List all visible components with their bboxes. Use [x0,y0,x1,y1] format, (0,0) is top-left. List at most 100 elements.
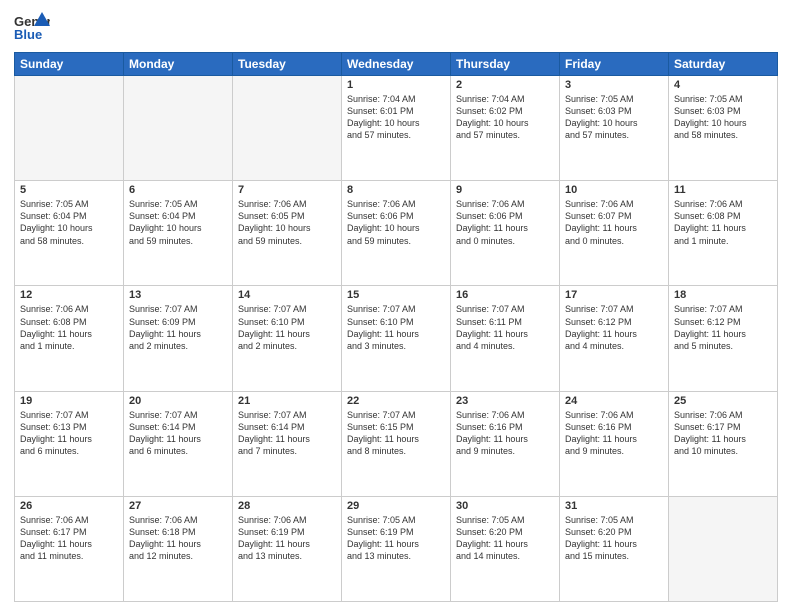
weekday-thursday: Thursday [451,53,560,76]
calendar-cell: 24Sunrise: 7:06 AM Sunset: 6:16 PM Dayli… [560,391,669,496]
week-row-2: 5 Sunrise: 7:05 AM Sunset: 6:04 PM Daylig… [15,181,778,286]
day-number: 9 [456,184,554,196]
svg-text:Blue: Blue [14,27,42,42]
cell-content: Sunrise: 7:06 AM Sunset: 6:16 PM Dayligh… [456,409,554,458]
week-row-5: 26 Sunrise: 7:06 AM Sunset: 6:17 PM Dayli… [15,496,778,601]
calendar-cell: 14Sunrise: 7:07 AM Sunset: 6:10 PM Dayli… [233,286,342,391]
cell-content: Sunrise: 7:05 AM Sunset: 6:04 PM Dayligh… [20,198,118,247]
cell-content: Sunrise: 7:04 AM Sunset: 6:01 PM Dayligh… [347,93,445,142]
calendar-cell: 5 Sunrise: 7:05 AM Sunset: 6:04 PM Daylig… [15,181,124,286]
calendar-cell: 16 Sunrise: 7:07 AM Sunset: 6:11 PM Dayli… [451,286,560,391]
calendar-cell: 22 Sunrise: 7:07 AM Sunset: 6:15 PM Dayli… [342,391,451,496]
cell-content: Sunrise: 7:05 AM Sunset: 6:03 PM Dayligh… [565,93,663,142]
calendar-cell: 1 Sunrise: 7:04 AM Sunset: 6:01 PM Daylig… [342,76,451,181]
weekday-sunday: Sunday [15,53,124,76]
day-number: 29 [347,500,445,512]
day-number: 13 [129,289,227,301]
day-number: 22 [347,395,445,407]
cell-content: Sunrise: 7:07 AM Sunset: 6:15 PM Dayligh… [347,409,445,458]
calendar-cell: 30Sunrise: 7:05 AM Sunset: 6:20 PM Dayli… [451,496,560,601]
day-number: 30 [456,500,554,512]
calendar-cell: 11 Sunrise: 7:06 AM Sunset: 6:08 PM Dayli… [669,181,778,286]
calendar-cell: 10 Sunrise: 7:06 AM Sunset: 6:07 PM Dayli… [560,181,669,286]
day-number: 16 [456,289,554,301]
week-row-3: 12 Sunrise: 7:06 AM Sunset: 6:08 PM Dayli… [15,286,778,391]
day-number: 27 [129,500,227,512]
day-number: 12 [20,289,118,301]
calendar-cell: 20Sunrise: 7:07 AM Sunset: 6:14 PM Dayli… [124,391,233,496]
cell-content: Sunrise: 7:07 AM Sunset: 6:12 PM Dayligh… [565,303,663,352]
weekday-monday: Monday [124,53,233,76]
cell-content: Sunrise: 7:06 AM Sunset: 6:07 PM Dayligh… [565,198,663,247]
day-number: 28 [238,500,336,512]
cell-content: Sunrise: 7:07 AM Sunset: 6:10 PM Dayligh… [238,303,336,352]
cell-content: Sunrise: 7:07 AM Sunset: 6:09 PM Dayligh… [129,303,227,352]
week-row-1: 1 Sunrise: 7:04 AM Sunset: 6:01 PM Daylig… [15,76,778,181]
cell-content: Sunrise: 7:06 AM Sunset: 6:17 PM Dayligh… [20,514,118,563]
day-number: 25 [674,395,772,407]
calendar-body: 1 Sunrise: 7:04 AM Sunset: 6:01 PM Daylig… [15,76,778,602]
calendar-cell: 13 Sunrise: 7:07 AM Sunset: 6:09 PM Dayli… [124,286,233,391]
cell-content: Sunrise: 7:06 AM Sunset: 6:08 PM Dayligh… [674,198,772,247]
day-number: 4 [674,79,772,91]
calendar-cell [669,496,778,601]
calendar-cell [15,76,124,181]
calendar-cell: 12 Sunrise: 7:06 AM Sunset: 6:08 PM Dayli… [15,286,124,391]
day-number: 26 [20,500,118,512]
day-number: 21 [238,395,336,407]
day-number: 1 [347,79,445,91]
calendar-cell: 4Sunrise: 7:05 AM Sunset: 6:03 PM Daylig… [669,76,778,181]
calendar-cell: 19Sunrise: 7:07 AM Sunset: 6:13 PM Dayli… [15,391,124,496]
calendar-cell: 18 Sunrise: 7:07 AM Sunset: 6:12 PM Dayli… [669,286,778,391]
calendar-cell: 2 Sunrise: 7:04 AM Sunset: 6:02 PM Daylig… [451,76,560,181]
header: General Blue [14,10,778,46]
day-number: 10 [565,184,663,196]
calendar-cell: 15 Sunrise: 7:07 AM Sunset: 6:10 PM Dayli… [342,286,451,391]
cell-content: Sunrise: 7:07 AM Sunset: 6:10 PM Dayligh… [347,303,445,352]
calendar-cell: 26 Sunrise: 7:06 AM Sunset: 6:17 PM Dayli… [15,496,124,601]
cell-content: Sunrise: 7:06 AM Sunset: 6:05 PM Dayligh… [238,198,336,247]
day-number: 15 [347,289,445,301]
calendar-cell: 28 Sunrise: 7:06 AM Sunset: 6:19 PM Dayli… [233,496,342,601]
calendar-cell [124,76,233,181]
cell-content: Sunrise: 7:06 AM Sunset: 6:18 PM Dayligh… [129,514,227,563]
day-number: 31 [565,500,663,512]
cell-content: Sunrise: 7:06 AM Sunset: 6:19 PM Dayligh… [238,514,336,563]
calendar-cell: 6 Sunrise: 7:05 AM Sunset: 6:04 PM Daylig… [124,181,233,286]
cell-content: Sunrise: 7:07 AM Sunset: 6:14 PM Dayligh… [129,409,227,458]
cell-content: Sunrise: 7:07 AM Sunset: 6:12 PM Dayligh… [674,303,772,352]
cell-content: Sunrise: 7:05 AM Sunset: 6:04 PM Dayligh… [129,198,227,247]
day-number: 5 [20,184,118,196]
calendar-cell: 29 Sunrise: 7:05 AM Sunset: 6:19 PM Dayli… [342,496,451,601]
cell-content: Sunrise: 7:07 AM Sunset: 6:13 PM Dayligh… [20,409,118,458]
cell-content: Sunrise: 7:07 AM Sunset: 6:14 PM Dayligh… [238,409,336,458]
day-number: 2 [456,79,554,91]
cell-content: Sunrise: 7:06 AM Sunset: 6:17 PM Dayligh… [674,409,772,458]
cell-content: Sunrise: 7:07 AM Sunset: 6:11 PM Dayligh… [456,303,554,352]
day-number: 11 [674,184,772,196]
weekday-saturday: Saturday [669,53,778,76]
day-number: 6 [129,184,227,196]
cell-content: Sunrise: 7:06 AM Sunset: 6:06 PM Dayligh… [456,198,554,247]
weekday-header-row: SundayMondayTuesdayWednesdayThursdayFrid… [15,53,778,76]
calendar-cell [233,76,342,181]
cell-content: Sunrise: 7:05 AM Sunset: 6:19 PM Dayligh… [347,514,445,563]
day-number: 18 [674,289,772,301]
weekday-tuesday: Tuesday [233,53,342,76]
day-number: 23 [456,395,554,407]
day-number: 8 [347,184,445,196]
weekday-wednesday: Wednesday [342,53,451,76]
cell-content: Sunrise: 7:06 AM Sunset: 6:06 PM Dayligh… [347,198,445,247]
day-number: 24 [565,395,663,407]
cell-content: Sunrise: 7:04 AM Sunset: 6:02 PM Dayligh… [456,93,554,142]
calendar-cell: 3Sunrise: 7:05 AM Sunset: 6:03 PM Daylig… [560,76,669,181]
day-number: 17 [565,289,663,301]
calendar-cell: 27 Sunrise: 7:06 AM Sunset: 6:18 PM Dayli… [124,496,233,601]
calendar-cell: 8 Sunrise: 7:06 AM Sunset: 6:06 PM Daylig… [342,181,451,286]
calendar-cell: 31Sunrise: 7:05 AM Sunset: 6:20 PM Dayli… [560,496,669,601]
cell-content: Sunrise: 7:06 AM Sunset: 6:08 PM Dayligh… [20,303,118,352]
calendar-cell: 23 Sunrise: 7:06 AM Sunset: 6:16 PM Dayli… [451,391,560,496]
calendar-cell: 25 Sunrise: 7:06 AM Sunset: 6:17 PM Dayli… [669,391,778,496]
day-number: 7 [238,184,336,196]
page: General Blue SundayMondayTuesdayWednesda… [0,0,792,612]
